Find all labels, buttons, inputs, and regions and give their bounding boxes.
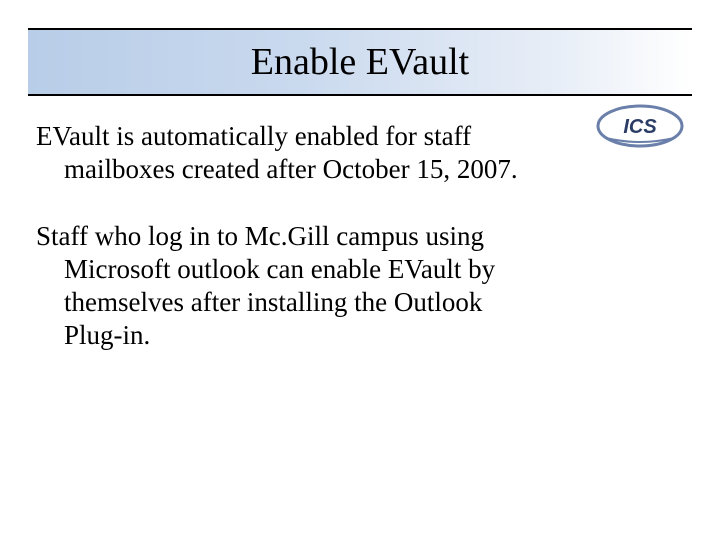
- p1-line2: mailboxes created after October 15, 2007…: [36, 153, 684, 186]
- p2-line1: Staff who log in to Mc.Gill campus using: [36, 220, 684, 253]
- p2-line2: Microsoft outlook can enable EVault by: [36, 253, 684, 286]
- paragraph-2: Staff who log in to Mc.Gill campus using…: [36, 220, 684, 352]
- slide-title: Enable EVault: [251, 40, 469, 84]
- p2-line3: themselves after installing the Outlook: [36, 286, 684, 319]
- p2-line4: Plug-in.: [36, 319, 684, 352]
- body-content: EVault is automatically enabled for staf…: [36, 120, 684, 510]
- p1-line1: EVault is automatically enabled for staf…: [36, 120, 684, 153]
- title-bar: Enable EVault: [28, 28, 692, 96]
- paragraph-1: EVault is automatically enabled for staf…: [36, 120, 684, 186]
- slide: Enable EVault ICS EVault is automaticall…: [0, 0, 720, 540]
